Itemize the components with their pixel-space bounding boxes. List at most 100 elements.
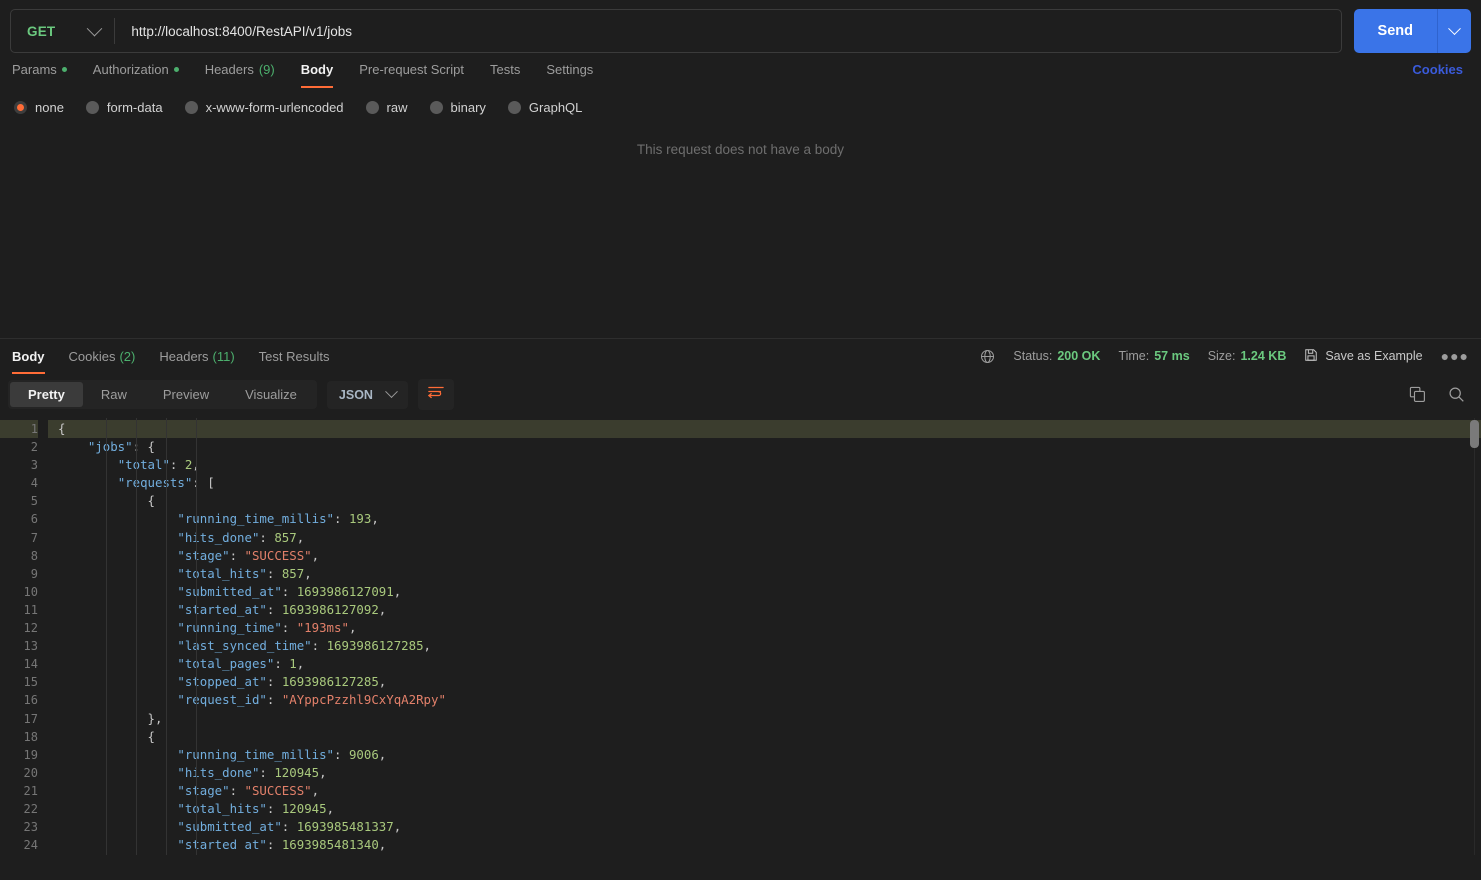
request-tab-label: Pre-request Script: [359, 62, 464, 77]
response-body-code-viewer[interactable]: 123456789101112131415161718192021222324 …: [0, 418, 1481, 855]
code-token: "hits_done": [177, 530, 259, 545]
body-type-label: form-data: [107, 100, 163, 115]
response-tab-label: Headers: [159, 349, 208, 364]
line-number: 24: [0, 836, 38, 854]
body-type-graphql[interactable]: GraphQL: [508, 100, 582, 115]
request-tab-label: Body: [301, 62, 334, 77]
radio-icon[interactable]: [508, 101, 521, 114]
response-tab-body[interactable]: Body: [12, 339, 57, 373]
code-token: 9006: [349, 747, 379, 762]
line-number: 21: [0, 782, 38, 800]
line-number: 22: [0, 800, 38, 818]
code-token: 120945: [282, 801, 327, 816]
more-options-button[interactable]: ●●●: [1441, 348, 1469, 364]
request-tab-headers[interactable]: Headers(9): [192, 54, 288, 84]
chevron-down-icon: [1448, 22, 1461, 35]
search-icon[interactable]: [1448, 386, 1465, 403]
line-number: 7: [0, 529, 38, 547]
body-type-label: GraphQL: [529, 100, 582, 115]
code-token: "running_time": [177, 620, 281, 635]
code-line: {: [48, 728, 1481, 746]
request-tab-pre-request-script[interactable]: Pre-request Script: [346, 54, 477, 84]
code-token: "total_pages": [177, 656, 274, 671]
code-token: "193ms": [297, 620, 349, 635]
code-token: ,: [319, 765, 326, 780]
code-token: ,: [304, 566, 311, 581]
body-type-label: raw: [387, 100, 408, 115]
url-box: GET: [10, 9, 1342, 53]
request-tab-label: Headers: [205, 62, 254, 77]
request-tab-body[interactable]: Body: [288, 54, 347, 84]
url-input[interactable]: [115, 24, 1340, 39]
send-button[interactable]: Send: [1354, 9, 1437, 53]
request-tab-params[interactable]: Params: [10, 54, 80, 84]
code-token: "started at": [177, 837, 267, 852]
radio-icon[interactable]: [430, 101, 443, 114]
modified-indicator-dot: [62, 67, 67, 72]
indent-guide: [106, 418, 107, 855]
body-type-none[interactable]: none: [14, 100, 64, 115]
request-tab-settings[interactable]: Settings: [533, 54, 606, 84]
code-token: 1693986127285: [327, 638, 424, 653]
code-token: ,: [371, 511, 378, 526]
radio-icon[interactable]: [366, 101, 379, 114]
response-view-toolbar: PrettyRawPreviewVisualize JSON: [0, 373, 1481, 418]
view-mode-raw[interactable]: Raw: [83, 382, 145, 407]
code-line: "submitted_at": 1693985481337,: [48, 818, 1481, 836]
code-token: [58, 548, 177, 563]
code-token: :: [282, 584, 297, 599]
code-token: ,: [312, 548, 319, 563]
code-token: [58, 530, 177, 545]
code-token: :: [267, 692, 282, 707]
code-token: ,: [379, 837, 386, 852]
code-token: [58, 819, 177, 834]
size-value: 1.24 KB: [1240, 349, 1286, 363]
radio-icon[interactable]: [14, 101, 27, 114]
code-token: :: [312, 638, 327, 653]
view-mode-visualize[interactable]: Visualize: [227, 382, 315, 407]
empty-body-message: This request does not have a body: [637, 142, 844, 338]
chevron-down-icon: [87, 20, 103, 36]
response-tab-test-results[interactable]: Test Results: [247, 339, 342, 373]
request-tab-tests[interactable]: Tests: [477, 54, 533, 84]
code-token: ,: [349, 620, 356, 635]
code-token: "request_id": [177, 692, 267, 707]
view-mode-preview[interactable]: Preview: [145, 382, 227, 407]
response-tab-cookies[interactable]: Cookies(2): [57, 339, 148, 373]
radio-icon[interactable]: [185, 101, 198, 114]
cookies-link[interactable]: Cookies: [1412, 62, 1463, 77]
line-number: 14: [0, 655, 38, 673]
body-type-x-www-form-urlencoded[interactable]: x-www-form-urlencoded: [185, 100, 344, 115]
request-tab-authorization[interactable]: Authorization: [80, 54, 192, 84]
code-token: [58, 674, 177, 689]
response-tab-headers[interactable]: Headers(11): [147, 339, 246, 373]
status-label: Status:: [1013, 349, 1052, 363]
code-token: [58, 747, 177, 762]
code-token: ,: [297, 530, 304, 545]
code-token: "started_at": [177, 602, 267, 617]
code-token: "total_hits": [177, 566, 267, 581]
code-line: "running_time_millis": 193,: [48, 510, 1481, 528]
code-line: "stage": "SUCCESS",: [48, 547, 1481, 565]
code-token: :: [267, 566, 282, 581]
code-token: 1693985481340: [282, 837, 379, 852]
view-mode-pretty[interactable]: Pretty: [10, 382, 83, 407]
http-method-select[interactable]: GET: [11, 10, 114, 52]
line-number: 12: [0, 619, 38, 637]
line-number: 8: [0, 547, 38, 565]
body-type-form-data[interactable]: form-data: [86, 100, 163, 115]
code-line: "total_hits": 857,: [48, 565, 1481, 583]
radio-icon[interactable]: [86, 101, 99, 114]
code-token: },: [58, 711, 162, 726]
response-format-select[interactable]: JSON: [327, 381, 408, 409]
body-type-raw[interactable]: raw: [366, 100, 408, 115]
wrap-text-button[interactable]: [418, 379, 454, 410]
body-type-binary[interactable]: binary: [430, 100, 486, 115]
send-options-button[interactable]: [1437, 9, 1471, 53]
line-number: 9: [0, 565, 38, 583]
code-token: 857: [282, 566, 304, 581]
line-number: 11: [0, 601, 38, 619]
copy-icon[interactable]: [1409, 386, 1426, 403]
save-as-example-button[interactable]: Save as Example: [1304, 348, 1422, 365]
vertical-scrollbar-thumb[interactable]: [1470, 420, 1479, 448]
